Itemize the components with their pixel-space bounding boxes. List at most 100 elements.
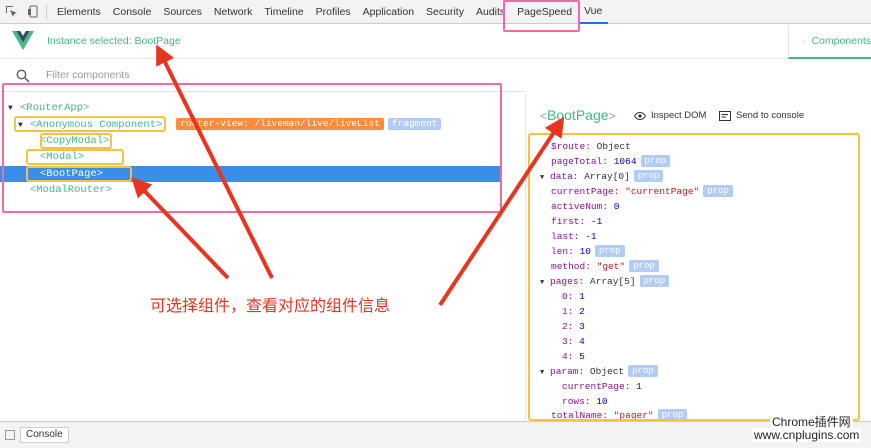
annotation-caption: 可选择组件，查看对应的组件信息 — [150, 298, 391, 315]
tree-node-boot-page[interactable]: <BootPage> — [0, 166, 502, 182]
console-drawer-tab[interactable]: Console — [20, 427, 69, 443]
state-row-data[interactable]: ▼ data: Array[0] prop — [540, 169, 664, 186]
tab-profiles[interactable]: Profiles — [310, 0, 357, 24]
state-row-pages-0: 0: 1 — [562, 289, 585, 304]
tab-elements[interactable]: Elements — [51, 0, 107, 24]
expand-arrow-icon[interactable]: ▼ — [8, 101, 20, 117]
prop-badge: prop — [628, 365, 658, 378]
devtools-window: Elements Console Sources Network Timelin… — [0, 0, 871, 448]
drawer-toggle-icon[interactable] — [5, 430, 15, 440]
tree-node-copy-modal[interactable]: <CopyModal> — [0, 133, 502, 149]
vue-logo-icon — [12, 31, 34, 50]
prop-badge: prop — [629, 260, 659, 273]
component-tree: ▼ <RouterApp> ▼ <Anonymous Component> route… — [0, 93, 525, 421]
tab-audits[interactable]: Audits — [470, 0, 511, 24]
filter-bar — [0, 60, 525, 92]
state-row-first: first: -1 — [551, 214, 602, 229]
expand-arrow-icon[interactable]: ▼ — [540, 366, 550, 381]
state-row-param[interactable]: ▼ param: Object prop — [540, 364, 658, 379]
expand-arrow-icon[interactable]: ▼ — [540, 171, 550, 186]
state-value: 1064 — [613, 156, 637, 167]
state-key: 1: — [562, 306, 574, 317]
state-key: len: — [551, 246, 574, 257]
inspect-dom-button[interactable]: Inspect DOM — [634, 110, 706, 121]
state-key: last: — [551, 231, 580, 242]
expand-arrow-icon[interactable]: ▼ — [540, 276, 550, 291]
state-value: Object — [589, 366, 625, 377]
state-row-pages-2: 2: 3 — [562, 319, 585, 334]
title-bracket-close: > — [608, 109, 616, 123]
components-icon — [803, 39, 806, 43]
tree-node-modal-router[interactable]: <ModalRouter> — [0, 182, 502, 198]
state-row-pages-1: 1: 2 — [562, 304, 585, 319]
state-row-activenum: activeNum: 0 — [551, 199, 619, 214]
state-key: totalName: — [551, 410, 609, 421]
tab-console[interactable]: Console — [107, 0, 158, 24]
state-value: Object — [596, 141, 631, 152]
state-key: method: — [551, 261, 591, 272]
tab-sources[interactable]: Sources — [157, 0, 208, 24]
fragment-badge: fragment — [387, 118, 442, 131]
selected-component-title: <BootPage> — [540, 107, 616, 123]
inspect-element-icon[interactable] — [0, 0, 22, 24]
state-row-pagetotal: pageTotal: 1064 prop — [551, 154, 671, 169]
component-detail-header: <BootPage> Inspect DOM Send to console — [526, 93, 871, 135]
state-row-param-currentpage: currentPage: 1 — [562, 379, 642, 394]
state-key: $route: — [551, 141, 591, 152]
state-value: 10 — [579, 246, 591, 257]
state-value: 5 — [579, 351, 585, 362]
state-value: "get" — [596, 261, 626, 272]
tab-security[interactable]: Security — [420, 0, 470, 24]
state-key: activeNum: — [551, 201, 609, 212]
console-drawer-bar: Console — [0, 421, 871, 448]
toolbar-divider — [46, 4, 47, 19]
search-icon — [16, 69, 30, 83]
tab-timeline[interactable]: Timeline — [258, 0, 309, 24]
state-row-last: last: -1 — [551, 229, 597, 244]
tree-node-label: <CopyModal> — [40, 135, 110, 147]
tree-node-anonymous-component[interactable]: ▼ <Anonymous Component> router-view: /live… — [0, 117, 502, 133]
prop-badge: prop — [703, 185, 733, 198]
state-key: param: — [550, 366, 585, 377]
tree-node-modal[interactable]: <Modal> — [0, 149, 502, 165]
prop-badge: prop — [594, 245, 625, 258]
state-value: Array[5] — [589, 276, 636, 287]
tree-node-label: <BootPage> — [40, 168, 104, 180]
state-key: currentPage: — [551, 186, 620, 197]
prop-badge: prop — [639, 275, 670, 288]
eye-icon — [634, 111, 646, 120]
state-key: first: — [551, 216, 586, 227]
state-key: 0: — [562, 291, 574, 302]
state-key: rows: — [562, 396, 591, 407]
state-row-route: $route: Object — [551, 139, 631, 154]
expand-arrow-icon[interactable]: ▼ — [18, 118, 30, 134]
filter-components-input[interactable] — [46, 69, 346, 81]
state-row-pages[interactable]: ▼ pages: Array[5] prop — [540, 274, 670, 291]
tab-pagespeed[interactable]: PageSpeed — [511, 0, 578, 24]
pane-divider[interactable] — [525, 93, 526, 421]
tree-node-router-app[interactable]: ▼ <RouterApp> — [0, 100, 502, 116]
tree-node-label: <ModalRouter> — [30, 184, 112, 196]
route-badge: router-view: /liveman/live/liveList — [176, 118, 384, 131]
state-key: currentPage: — [562, 381, 631, 392]
tab-application[interactable]: Application — [357, 0, 420, 24]
send-to-console-button[interactable]: Send to console — [719, 110, 804, 121]
state-value: 10 — [596, 396, 608, 407]
tab-vue[interactable]: Vue — [578, 0, 609, 24]
prop-badge: prop — [657, 409, 688, 422]
prop-badge: prop — [640, 155, 671, 168]
state-value: 1 — [579, 291, 585, 302]
device-mode-icon[interactable] — [22, 0, 44, 24]
state-row-method: method: "get" prop — [551, 259, 659, 274]
prop-badge: prop — [633, 170, 664, 183]
tree-node-label: <RouterApp> — [20, 102, 90, 114]
state-value: 3 — [579, 321, 585, 332]
state-key: 4: — [562, 351, 574, 362]
state-key: pages: — [550, 276, 585, 287]
state-row-param-rows: rows: 10 — [562, 394, 608, 409]
selected-component-name: BootPage — [547, 107, 609, 123]
tab-network[interactable]: Network — [208, 0, 259, 24]
state-row-currentpage: currentPage: "currentPage" prop — [551, 184, 733, 199]
components-tab[interactable]: Components — [788, 25, 871, 59]
send-to-console-label: Send to console — [736, 110, 805, 121]
